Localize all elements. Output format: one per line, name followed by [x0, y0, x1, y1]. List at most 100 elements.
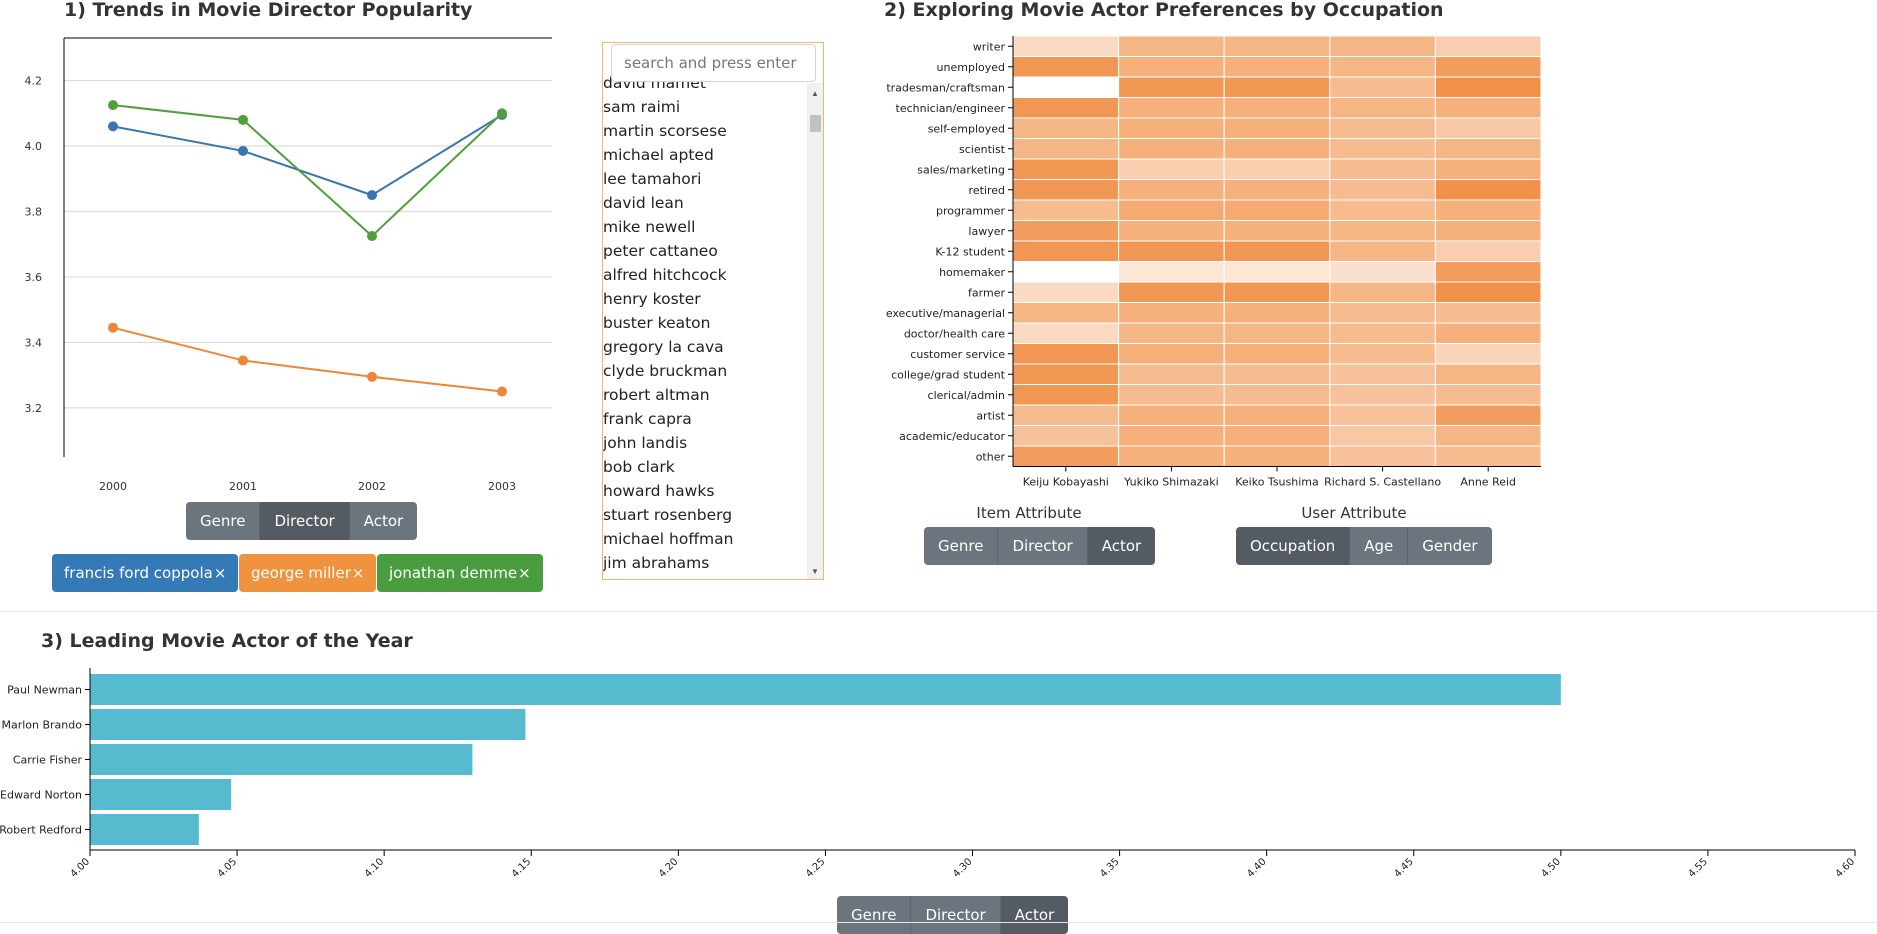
heatmap-cell[interactable] — [1223, 199, 1331, 221]
heatmap-cell[interactable] — [1434, 281, 1542, 303]
heatmap-cell[interactable] — [1012, 425, 1120, 447]
heatmap-cell[interactable] — [1434, 363, 1542, 385]
heatmap-cell[interactable] — [1434, 322, 1542, 344]
heatmap-cell[interactable] — [1329, 322, 1436, 344]
heatmap-cell[interactable] — [1118, 179, 1225, 201]
heatmap-cell[interactable] — [1329, 220, 1436, 242]
user-attr-age-button[interactable]: Age — [1350, 527, 1409, 565]
data-point-jonathan-demme[interactable] — [108, 100, 118, 111]
director-list-item[interactable]: howard hawks — [603, 479, 808, 503]
director-search-input[interactable] — [611, 44, 816, 82]
heatmap-cell[interactable] — [1329, 179, 1436, 201]
heatmap-cell[interactable] — [1329, 261, 1436, 283]
heatmap-cell[interactable] — [1118, 343, 1225, 365]
heatmap-cell[interactable] — [1012, 117, 1120, 139]
heatmap-cell[interactable] — [1434, 240, 1542, 262]
heatmap-cell[interactable] — [1118, 97, 1225, 119]
director-list-item[interactable]: buster keaton — [603, 311, 808, 335]
heatmap-cell[interactable] — [1223, 322, 1331, 344]
director-list-item[interactable]: martin scorsese — [603, 119, 808, 143]
heatmap-cell[interactable] — [1012, 220, 1120, 242]
chart3-director-button[interactable]: Director — [911, 896, 1001, 934]
director-list-item[interactable]: michael apted — [603, 143, 808, 167]
heatmap-cell[interactable] — [1118, 117, 1225, 139]
heatmap-cell[interactable] — [1012, 158, 1120, 180]
director-chip-jonathan-demme[interactable]: jonathan demme × — [377, 554, 543, 592]
director-list-item[interactable]: stuart rosenberg — [603, 503, 808, 527]
data-point-george-miller[interactable] — [497, 386, 507, 397]
scrollbar-thumb[interactable] — [810, 115, 821, 132]
heatmap-cell[interactable] — [1329, 117, 1436, 139]
heatmap-cell[interactable] — [1012, 56, 1120, 78]
heatmap-cell[interactable] — [1118, 281, 1225, 303]
heatmap-cell[interactable] — [1012, 302, 1120, 324]
heatmap-cell[interactable] — [1223, 117, 1331, 139]
heatmap-cell[interactable] — [1434, 199, 1542, 221]
bar-edward-norton[interactable] — [90, 779, 232, 810]
bar-carrie-fisher[interactable] — [90, 744, 473, 775]
heatmap-cell[interactable] — [1329, 35, 1436, 57]
data-point-george-miller[interactable] — [238, 355, 248, 366]
heatmap-cell[interactable] — [1118, 322, 1225, 344]
data-point-francis-ford-coppola[interactable] — [238, 145, 248, 156]
director-list-item[interactable]: peter cattaneo — [603, 239, 808, 263]
heatmap-cell[interactable] — [1434, 138, 1542, 160]
heatmap-cell[interactable] — [1118, 158, 1225, 180]
heatmap-cell[interactable] — [1329, 425, 1436, 447]
heatmap-cell[interactable] — [1223, 343, 1331, 365]
heatmap-cell[interactable] — [1329, 404, 1436, 426]
heatmap-cell[interactable] — [1223, 425, 1331, 447]
heatmap-cell[interactable] — [1434, 261, 1542, 283]
heatmap-cell[interactable] — [1223, 261, 1331, 283]
heatmap-cell[interactable] — [1118, 220, 1225, 242]
heatmap-cell[interactable] — [1118, 404, 1225, 426]
heatmap-cell[interactable] — [1329, 199, 1436, 221]
heatmap-cell[interactable] — [1329, 384, 1436, 406]
heatmap-cell[interactable] — [1329, 76, 1436, 98]
director-list-item[interactable]: lee tamahori — [603, 167, 808, 191]
director-list-item[interactable]: bob clark — [603, 455, 808, 479]
heatmap-cell[interactable] — [1223, 220, 1331, 242]
heatmap-cell[interactable] — [1434, 384, 1542, 406]
data-point-francis-ford-coppola[interactable] — [108, 121, 118, 132]
bar-robert-redford[interactable] — [90, 814, 199, 845]
close-icon[interactable]: × — [518, 564, 531, 582]
heatmap-cell[interactable] — [1434, 445, 1542, 467]
director-list-item[interactable]: michael hoffman — [603, 527, 808, 551]
heatmap-cell[interactable] — [1434, 179, 1542, 201]
heatmap-cell[interactable] — [1012, 76, 1120, 98]
chart3-actor-button[interactable]: Actor — [1000, 896, 1069, 934]
bar-marlon-brando[interactable] — [90, 709, 526, 740]
heatmap-cell[interactable] — [1118, 76, 1225, 98]
chart1-actor-button[interactable]: Actor — [349, 502, 418, 540]
heatmap-cell[interactable] — [1012, 343, 1120, 365]
heatmap-cell[interactable] — [1223, 363, 1331, 385]
heatmap-cell[interactable] — [1118, 425, 1225, 447]
item-attr-genre-button[interactable]: Genre — [924, 527, 999, 565]
item-attr-actor-button[interactable]: Actor — [1087, 527, 1156, 565]
item-attr-director-button[interactable]: Director — [998, 527, 1088, 565]
heatmap-cell[interactable] — [1223, 158, 1331, 180]
heatmap-cell[interactable] — [1012, 35, 1120, 57]
heatmap-cell[interactable] — [1223, 445, 1331, 467]
heatmap-cell[interactable] — [1223, 240, 1331, 262]
director-list-item[interactable]: alfred hitchcock — [603, 263, 808, 287]
heatmap-cell[interactable] — [1434, 76, 1542, 98]
heatmap-cell[interactable] — [1329, 445, 1436, 467]
director-list-item[interactable]: jim abrahams — [603, 551, 808, 575]
heatmap-cell[interactable] — [1223, 281, 1331, 303]
heatmap-cell[interactable] — [1118, 35, 1225, 57]
director-list-item[interactable]: henry koster — [603, 287, 808, 311]
heatmap-cell[interactable] — [1329, 138, 1436, 160]
heatmap-cell[interactable] — [1012, 138, 1120, 160]
heatmap-cell[interactable] — [1012, 281, 1120, 303]
heatmap-cell[interactable] — [1434, 425, 1542, 447]
heatmap-cell[interactable] — [1434, 343, 1542, 365]
heatmap-cell[interactable] — [1434, 117, 1542, 139]
chart3-genre-button[interactable]: Genre — [837, 896, 912, 934]
data-point-george-miller[interactable] — [108, 322, 118, 333]
heatmap-cell[interactable] — [1012, 261, 1120, 283]
heatmap-cell[interactable] — [1118, 240, 1225, 262]
heatmap-cell[interactable] — [1223, 35, 1331, 57]
heatmap-cell[interactable] — [1329, 97, 1436, 119]
